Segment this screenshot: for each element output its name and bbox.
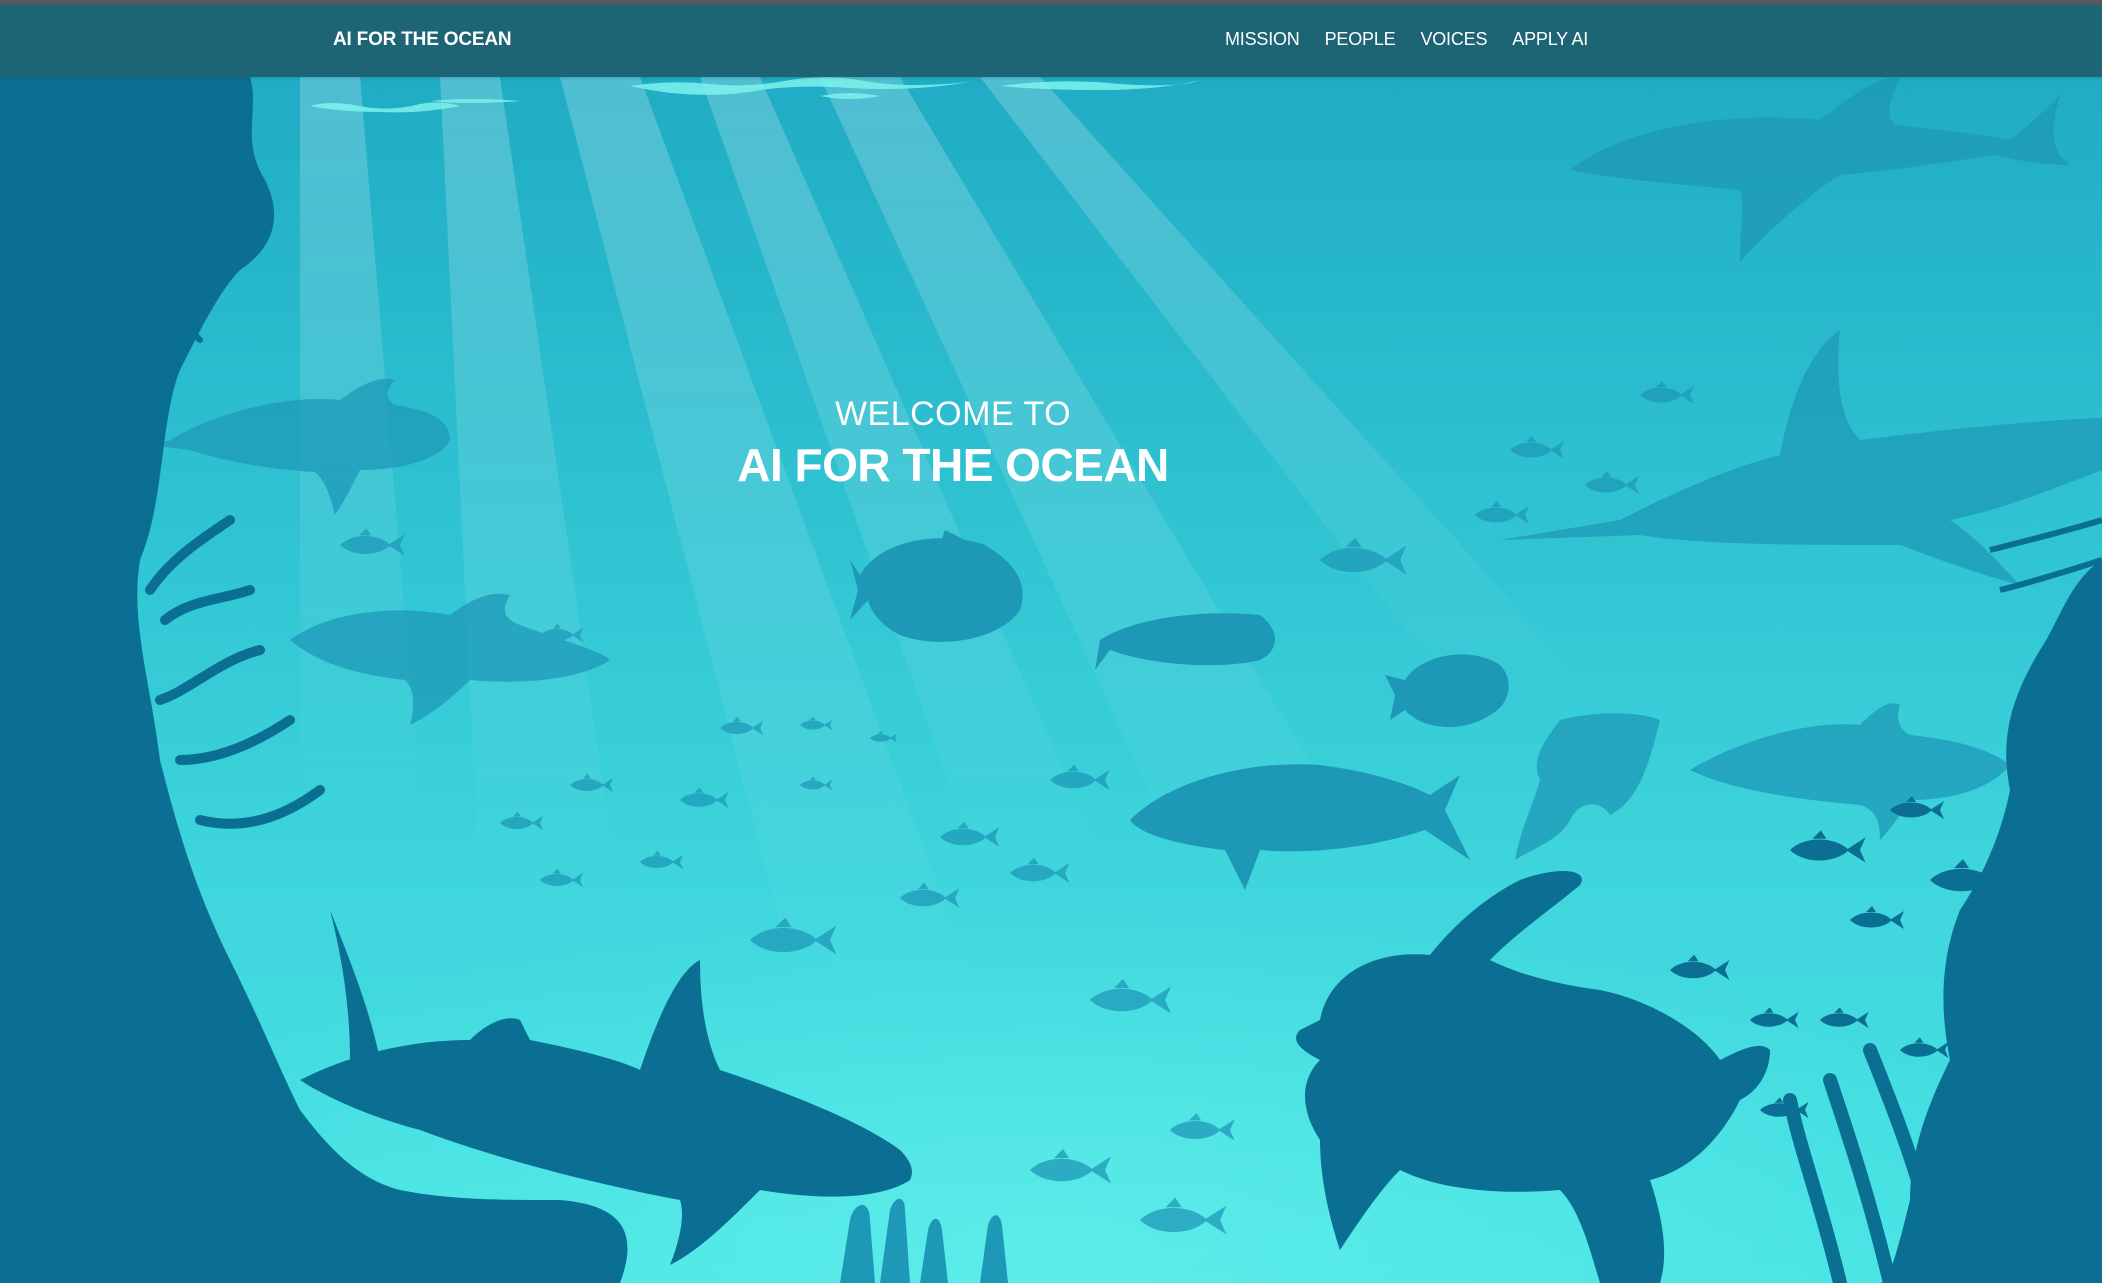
nav-link-people[interactable]: PEOPLE bbox=[1325, 29, 1396, 50]
nav-link-voices[interactable]: VOICES bbox=[1420, 29, 1487, 50]
ocean-illustration bbox=[0, 77, 2102, 1283]
hero-section bbox=[0, 0, 2102, 1283]
hero-heading: WELCOME TO AI FOR THE OCEAN bbox=[0, 392, 1906, 494]
navbar: AI FOR THE OCEAN MISSION PEOPLE VOICES A… bbox=[0, 5, 2102, 77]
hero-subtitle: WELCOME TO bbox=[834, 395, 1072, 433]
nav-link-apply-ai[interactable]: APPLY AI bbox=[1512, 29, 1588, 50]
nav-links: MISSION PEOPLE VOICES APPLY AI bbox=[1225, 29, 1588, 50]
hero-title: AI FOR THE OCEAN bbox=[737, 439, 1169, 491]
nav-link-mission[interactable]: MISSION bbox=[1225, 29, 1300, 50]
brand-logo-link[interactable]: AI FOR THE OCEAN bbox=[333, 29, 512, 51]
